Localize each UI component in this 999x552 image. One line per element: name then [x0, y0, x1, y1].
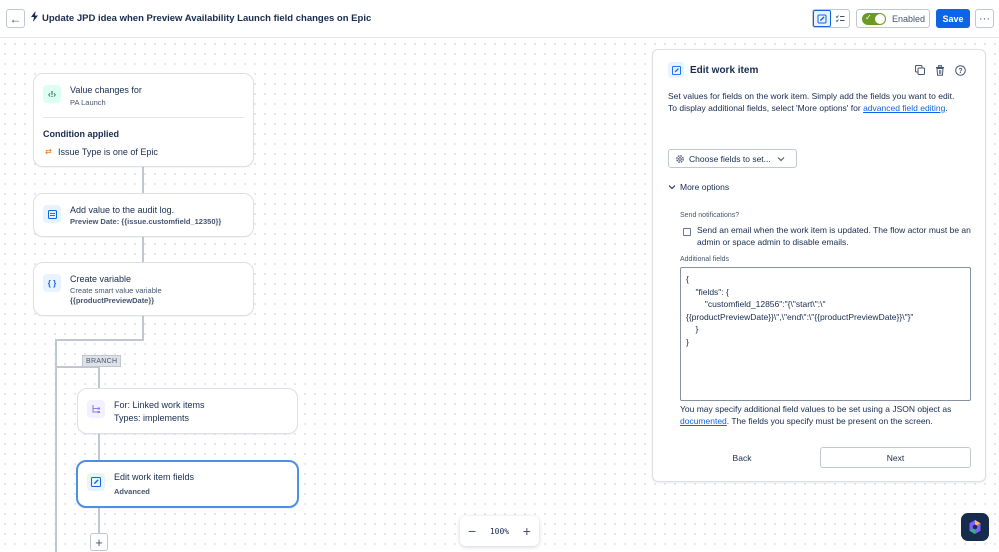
- assistant-icon: [969, 520, 981, 534]
- check-icon: ✓: [865, 12, 872, 22]
- edit-icon: [87, 473, 105, 491]
- branch-icon: [87, 400, 105, 418]
- branch-tag: BRANCH: [82, 355, 122, 367]
- more-actions-button[interactable]: ···: [975, 9, 994, 28]
- linked-title: For: Linked work items: [114, 400, 205, 410]
- audit-log-node[interactable]: Add value to the audit log. Preview Date…: [33, 193, 254, 237]
- connector-line: [142, 166, 144, 193]
- edit-view-button[interactable]: [813, 10, 832, 27]
- rule-title: Update JPD idea when Preview Availabilit…: [42, 13, 372, 24]
- arrow-left-icon: ←: [9, 11, 22, 26]
- panel-toolbar: ?: [914, 64, 966, 76]
- zoom-out-button[interactable]: −: [468, 523, 476, 539]
- send-notifications-text: Send an email when the work item is upda…: [697, 225, 971, 247]
- pencil-icon: [817, 14, 827, 23]
- edit-title: Edit work item fields: [114, 472, 195, 482]
- documented-link[interactable]: documented: [680, 416, 727, 426]
- gear-icon: [676, 154, 684, 163]
- condition-heading: Condition applied: [43, 129, 119, 139]
- edit-work-item-panel: Edit work item ? Set values for fields o…: [652, 49, 986, 482]
- additional-fields-label: Additional fields: [680, 256, 730, 263]
- save-button[interactable]: Save: [936, 9, 970, 28]
- trigger-subtitle: PA Launch: [70, 98, 106, 107]
- duplicate-button[interactable]: [914, 64, 926, 76]
- edit-fields-node[interactable]: Edit work item fields Advanced: [76, 460, 299, 508]
- zoom-in-button[interactable]: +: [523, 523, 531, 539]
- connector-line: [98, 434, 100, 461]
- connector-line: [55, 339, 57, 552]
- assistant-button[interactable]: [961, 513, 989, 541]
- choose-fields-label: Choose fields to set...: [689, 153, 771, 164]
- linked-items-node[interactable]: For: Linked work items Types: implements: [77, 388, 298, 434]
- add-step-button[interactable]: +: [90, 533, 108, 551]
- zoom-level: 100%: [489, 526, 510, 536]
- plus-icon: +: [95, 534, 103, 550]
- connector-line: [142, 315, 144, 341]
- connector-line: [57, 339, 144, 341]
- panel-description: Set values for fields on the work item. …: [668, 90, 973, 114]
- additional-fields-help: You may specify additional field values …: [680, 404, 952, 426]
- linked-subtitle: Types: implements: [114, 413, 190, 423]
- edit-icon: [668, 62, 684, 78]
- next-button[interactable]: Next: [820, 447, 971, 468]
- ellipsis-icon: ···: [979, 12, 990, 25]
- additional-fields-textarea[interactable]: { "fields": { "customfield_12856":"{\"st…: [680, 267, 971, 401]
- toggle-switch[interactable]: ✓: [862, 12, 886, 25]
- audit-log-icon: [43, 205, 61, 223]
- lightning-icon: [30, 11, 39, 25]
- list-view-button[interactable]: [831, 10, 849, 27]
- panel-title: Edit work item: [690, 65, 759, 76]
- enabled-label: Enabled: [892, 13, 926, 24]
- back-button[interactable]: Back: [724, 448, 760, 467]
- variable-subtitle: Create smart value variable: [70, 286, 162, 295]
- variable-name: {{productPreviewDate}}: [70, 296, 155, 305]
- variable-title: Create variable: [70, 274, 132, 284]
- checklist-icon: [835, 14, 845, 22]
- audit-title: Add value to the audit log.: [70, 205, 175, 215]
- connector-line: [98, 366, 100, 389]
- description-line-1: Set values for fields on the work item. …: [668, 91, 955, 101]
- more-options-label: More options: [680, 182, 730, 192]
- help-button[interactable]: ?: [954, 64, 966, 76]
- zoom-control: − 100% +: [460, 516, 539, 546]
- description-line-2: To display additional fields, select 'Mo…: [668, 103, 948, 113]
- help-icon: ?: [954, 64, 966, 76]
- back-arrow-button[interactable]: ←: [6, 9, 25, 28]
- send-notifications-label: Send notifications?: [680, 212, 740, 219]
- value-change-icon: ‹!›: [43, 85, 61, 103]
- chevron-down-icon: [777, 156, 785, 161]
- choose-fields-dropdown[interactable]: Choose fields to set...: [668, 149, 797, 168]
- delete-button[interactable]: [934, 64, 946, 76]
- audit-subtitle: Preview Date: {{issue.customfield_12350}…: [70, 217, 222, 226]
- top-bar: ← Update JPD idea when Preview Availabil…: [0, 0, 999, 38]
- enabled-toggle[interactable]: ✓ Enabled: [856, 9, 930, 28]
- create-variable-node[interactable]: { } Create variable Create smart value v…: [33, 262, 254, 316]
- divider: [43, 117, 244, 118]
- svg-text:?: ?: [958, 68, 962, 75]
- condition-icon: ⇄: [45, 147, 52, 156]
- advanced-field-editing-link[interactable]: advanced field editing: [863, 103, 945, 113]
- send-notifications-checkbox[interactable]: [683, 228, 691, 236]
- connector-line: [142, 236, 144, 263]
- condition-text: Issue Type is one of Epic: [58, 147, 158, 157]
- chevron-down-icon: [668, 185, 676, 190]
- trash-icon: [936, 64, 944, 76]
- more-options-toggle[interactable]: More options: [668, 182, 729, 192]
- trigger-title: Value changes for: [70, 85, 142, 95]
- view-toggle: [812, 9, 850, 28]
- copy-icon: [915, 65, 925, 75]
- trigger-node[interactable]: ‹!› Value changes for PA Launch Conditio…: [33, 73, 254, 167]
- braces-icon: { }: [43, 274, 61, 292]
- connector-line: [98, 507, 100, 533]
- edit-subtitle: Advanced: [114, 487, 150, 496]
